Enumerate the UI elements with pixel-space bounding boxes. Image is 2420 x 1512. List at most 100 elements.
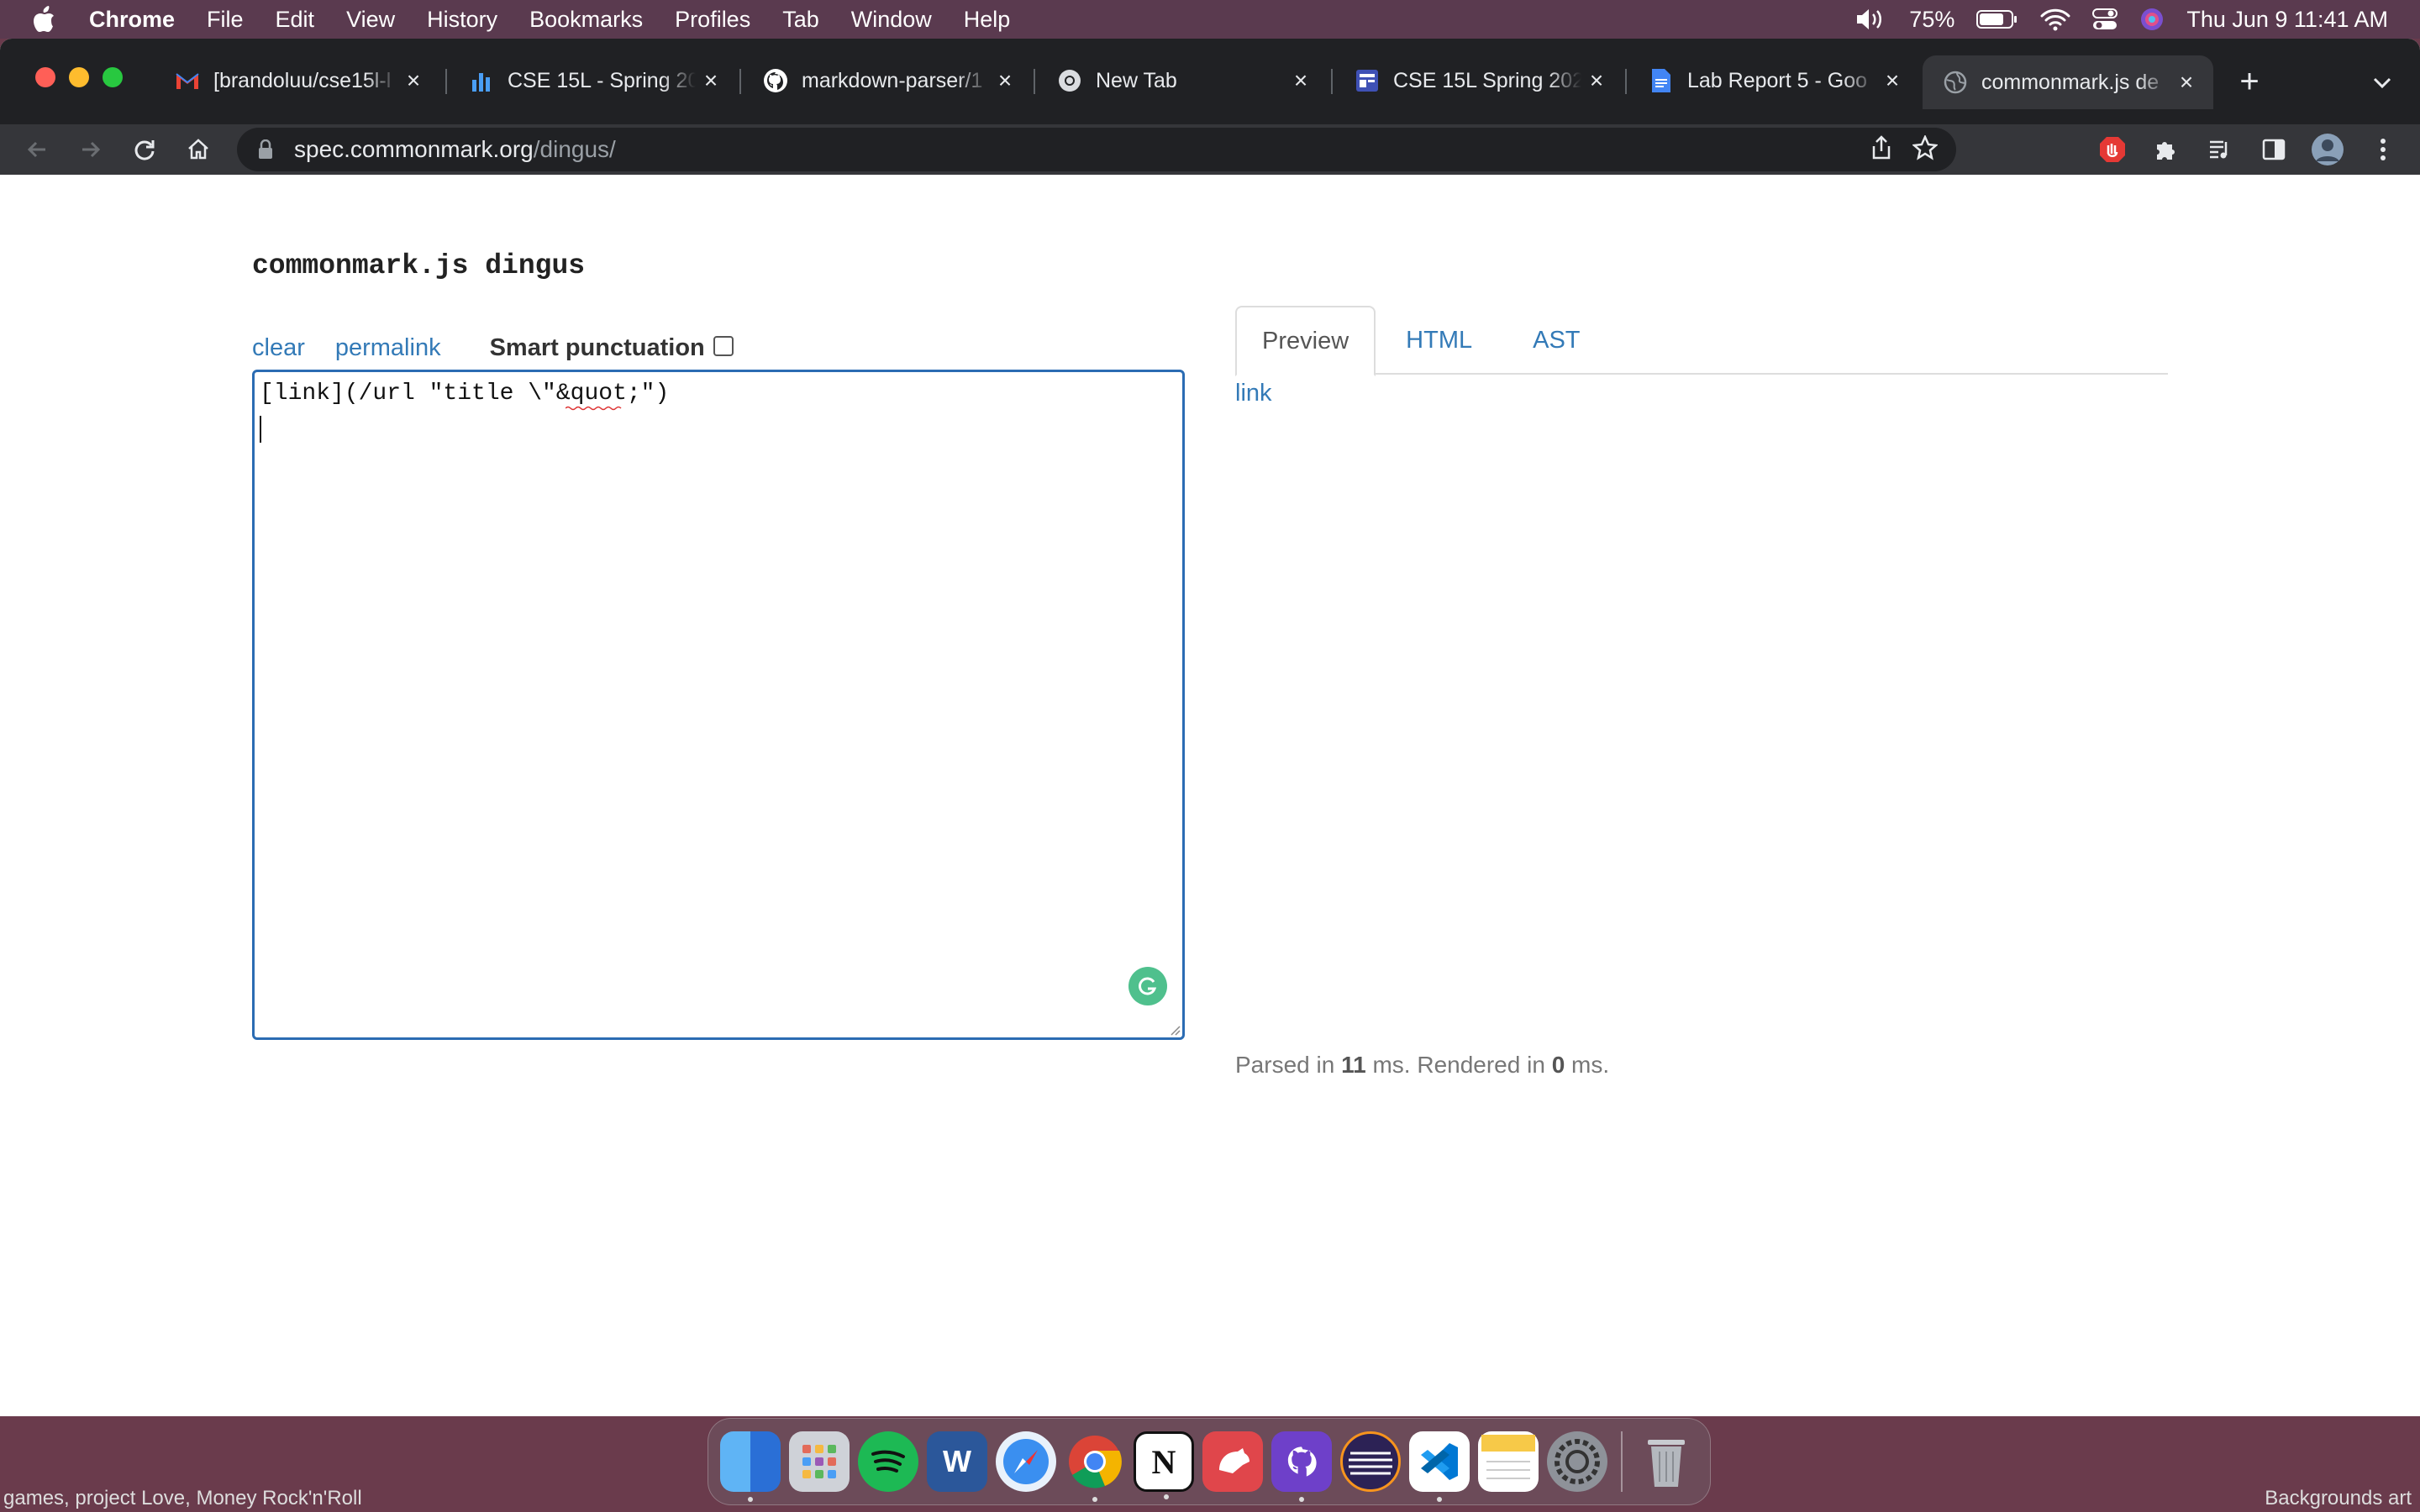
tab-html[interactable]: HTML [1376, 306, 1502, 375]
menu-file[interactable]: File [191, 7, 260, 33]
menubar-clock[interactable]: Thu Jun 9 11:41 AM [2186, 7, 2388, 33]
menu-help[interactable]: Help [948, 7, 1027, 33]
tab-strip: [brandoluu/cse15l-l × CSE 15L - Spring 2… [0, 39, 2420, 124]
reload-icon[interactable] [126, 131, 163, 168]
close-tab-icon[interactable]: × [398, 66, 429, 96]
close-tab-icon[interactable]: × [1877, 66, 1907, 96]
menu-bookmarks[interactable]: Bookmarks [513, 7, 659, 33]
globe-icon [1943, 70, 1968, 95]
docs-icon [1649, 68, 1674, 93]
tab-lab-report-5[interactable]: Lab Report 5 - Goo × [1628, 55, 1919, 106]
preview-output-link[interactable]: link [1235, 380, 1272, 407]
close-tab-icon[interactable]: × [2171, 67, 2202, 97]
siri-icon[interactable] [2139, 7, 2165, 32]
tab-cse15l-spring[interactable]: CSE 15L Spring 202 × [1334, 55, 1623, 106]
extensions-puzzle-icon[interactable] [2148, 131, 2185, 168]
text-caret [260, 416, 261, 443]
wallpaper-caption-right: Backgrounds art [2265, 1487, 2412, 1509]
tab-gmail[interactable]: [brandoluu/cse15l-l × [155, 55, 440, 106]
menu-view[interactable]: View [330, 7, 411, 33]
grammarly-icon[interactable] [1128, 967, 1167, 1005]
clear-link[interactable]: clear [252, 334, 305, 362]
wallpaper-caption-left: games, project Love, Money Rock'n'Roll [3, 1487, 362, 1509]
smart-punctuation-label: Smart punctuation [489, 334, 705, 361]
ad-blocker-icon[interactable] [2094, 131, 2131, 168]
forward-arrow-icon[interactable] [72, 131, 109, 168]
menu-history[interactable]: History [411, 7, 513, 33]
smart-punctuation-checkbox[interactable] [713, 335, 734, 356]
menu-window[interactable]: Window [835, 7, 948, 33]
control-center-icon[interactable] [2092, 8, 2118, 31]
output-tabs: Preview HTML AST [1235, 306, 2168, 376]
browser-window: [brandoluu/cse15l-l × CSE 15L - Spring 2… [0, 39, 2420, 1416]
bookmark-star-icon[interactable] [1912, 134, 1939, 165]
site-icon [1355, 68, 1380, 93]
timing-info: Parsed in 11 ms. Rendered in 0 ms. [1235, 1052, 1610, 1078]
volume-icon[interactable] [1855, 8, 1887, 31]
media-queue-icon[interactable] [2202, 131, 2238, 168]
menu-tab[interactable]: Tab [766, 7, 835, 33]
apple-icon[interactable] [0, 6, 87, 33]
github-icon [763, 68, 788, 93]
tab-preview[interactable]: Preview [1235, 306, 1376, 376]
url-text[interactable]: spec.commonmark.org/dingus/ [294, 136, 616, 163]
tab-commonmark-dingus[interactable]: commonmark.js de × [1923, 55, 2213, 109]
tab-markdown-parser[interactable]: markdown-parser/1 × [743, 55, 1032, 106]
word-icon[interactable]: W [927, 1431, 987, 1492]
editor-text: [link](/url "title \"&quot;") [260, 381, 670, 407]
github-desktop-icon[interactable] [1271, 1431, 1332, 1502]
menu-profiles[interactable]: Profiles [659, 7, 766, 33]
close-tab-icon[interactable]: × [1286, 66, 1316, 96]
chart-icon [469, 68, 494, 93]
spellcheck-squiggle [566, 406, 622, 411]
share-icon[interactable] [1870, 134, 1892, 165]
web-page: commonmark.js dingus clear permalink Sma… [0, 175, 2420, 1416]
close-tab-icon[interactable]: × [696, 66, 726, 96]
address-bar[interactable]: spec.commonmark.org/dingus/ [237, 128, 1956, 171]
back-arrow-icon[interactable] [18, 131, 55, 168]
battery-percent: 75% [1909, 6, 1955, 32]
window-controls [35, 67, 123, 87]
notion-icon[interactable]: N [1134, 1431, 1194, 1499]
wifi-icon[interactable] [2040, 8, 2070, 31]
profile-avatar[interactable] [2309, 131, 2346, 168]
chrome-icon [1057, 68, 1082, 93]
parsed-ms: 11 [1341, 1052, 1366, 1078]
minimize-window-button[interactable] [69, 67, 89, 87]
vscode-icon[interactable] [1409, 1431, 1470, 1502]
page-title: commonmark.js dingus [252, 250, 586, 281]
menu-app-chrome[interactable]: Chrome [87, 7, 191, 33]
close-tab-icon[interactable]: × [990, 66, 1020, 96]
tab-new-tab[interactable]: New Tab × [1037, 55, 1328, 106]
new-tab-button[interactable]: + [2230, 62, 2269, 101]
battery-icon[interactable] [1976, 9, 2018, 29]
trash-icon[interactable] [1636, 1431, 1697, 1492]
eclipse-icon[interactable] [1340, 1431, 1401, 1492]
resize-handle-icon[interactable] [1167, 1022, 1181, 1036]
menu-edit[interactable]: Edit [260, 7, 331, 33]
dock-separator [1621, 1431, 1623, 1492]
browser-toolbar: spec.commonmark.org/dingus/ [0, 124, 2420, 175]
tab-search-chevron-icon[interactable] [2368, 69, 2396, 97]
close-tab-icon[interactable]: × [1581, 66, 1612, 96]
launchpad-icon[interactable] [789, 1431, 850, 1492]
markdown-editor-textarea[interactable]: [link](/url "title \"&quot;") [252, 370, 1185, 1040]
lock-icon[interactable] [255, 139, 276, 160]
notes-icon[interactable] [1478, 1431, 1539, 1492]
spotify-icon[interactable] [858, 1431, 918, 1492]
tab-ast[interactable]: AST [1502, 306, 1610, 375]
chrome-menu-icon[interactable] [2365, 131, 2402, 168]
close-window-button[interactable] [35, 67, 55, 87]
zoom-window-button[interactable] [103, 67, 123, 87]
chrome-dock-icon[interactable] [1065, 1431, 1125, 1502]
side-panel-icon[interactable] [2255, 131, 2292, 168]
safari-icon[interactable] [996, 1431, 1056, 1492]
gmail-icon [175, 68, 200, 93]
permalink-link[interactable]: permalink [335, 334, 441, 362]
bear-icon[interactable] [1202, 1431, 1263, 1492]
finder-icon[interactable] [720, 1431, 781, 1502]
system-preferences-icon[interactable] [1547, 1431, 1607, 1492]
home-icon[interactable] [180, 131, 217, 168]
tab-cse15l-gradescope[interactable]: CSE 15L - Spring 20 × [449, 55, 738, 106]
editor-controls: clear permalink Smart punctuation [252, 334, 734, 362]
